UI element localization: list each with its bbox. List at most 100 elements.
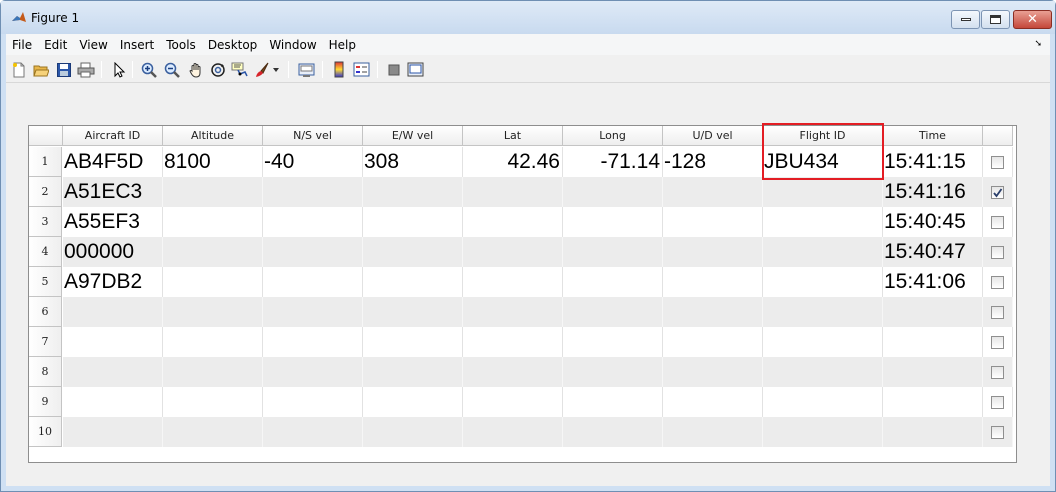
cell-flight-id[interactable] [763,297,883,327]
cell-lat[interactable] [463,417,563,447]
row-header[interactable]: 1 [29,147,62,177]
cell-ns-vel[interactable] [263,297,363,327]
show-plot-tools-button[interactable] [406,60,426,80]
cell-ud-vel[interactable] [663,387,763,417]
cell-aircraft-id[interactable] [63,357,163,387]
cell-ud-vel[interactable] [663,237,763,267]
menu-view[interactable]: View [74,38,112,52]
menu-file[interactable]: File [6,38,37,52]
cell-long[interactable] [563,297,663,327]
cell-flight-id[interactable] [763,237,883,267]
cell-lat[interactable] [463,327,563,357]
insert-colorbar-button[interactable] [329,60,349,80]
cell-ns-vel[interactable]: -40 [263,147,363,177]
column-header-select[interactable] [983,126,1013,146]
insert-legend-button[interactable] [352,60,372,80]
cell-time[interactable]: 15:41:06 [883,267,983,297]
cell-aircraft-id[interactable]: AB4F5D [63,147,163,177]
cell-ud-vel[interactable] [663,297,763,327]
row-header[interactable]: 8 [29,357,62,387]
dock-arrow-icon[interactable]: ➘ [1034,39,1042,49]
cell-time[interactable]: 15:41:15 [883,147,983,177]
column-header-altitude[interactable]: Altitude [163,126,263,146]
row-checkbox[interactable] [991,185,1004,199]
cell-altitude[interactable] [163,357,263,387]
cell-ew-vel[interactable] [363,207,463,237]
row-header[interactable]: 2 [29,177,62,207]
cell-altitude[interactable] [163,417,263,447]
cell-flight-id[interactable] [763,387,883,417]
column-header-ud-vel[interactable]: U/D vel [663,126,763,146]
ui-table[interactable]: Aircraft ID Altitude N/S vel E/W vel Lat Long… [28,123,1017,463]
cell-aircraft-id[interactable]: A51EC3 [63,177,163,207]
cell-flight-id[interactable] [763,417,883,447]
cell-aircraft-id[interactable] [63,297,163,327]
menu-edit[interactable]: Edit [39,38,72,52]
menu-window[interactable]: Window [264,38,321,52]
cell-lat[interactable] [463,297,563,327]
cell-ud-vel[interactable] [663,327,763,357]
cell-ud-vel[interactable]: -128 [663,147,763,177]
link-plot-button[interactable] [297,60,317,80]
row-header[interactable]: 3 [29,207,62,237]
row-header[interactable]: 10 [29,417,62,447]
cell-ns-vel[interactable] [263,177,363,207]
cell-time[interactable] [883,297,983,327]
rotate-3d-button[interactable] [208,60,228,80]
column-header-aircraft-id[interactable]: Aircraft ID [63,126,163,146]
cell-lat[interactable] [463,177,563,207]
cell-ns-vel[interactable] [263,357,363,387]
column-header-lat[interactable]: Lat [463,126,563,146]
column-header-ns-vel[interactable]: N/S vel [263,126,363,146]
cell-lat[interactable] [463,207,563,237]
maximize-button[interactable] [981,10,1010,29]
cell-long[interactable] [563,357,663,387]
cell-ud-vel[interactable] [663,267,763,297]
row-checkbox[interactable] [991,395,1004,409]
row-checkbox[interactable] [991,275,1004,289]
cell-select[interactable] [983,267,1013,297]
cell-lat[interactable] [463,357,563,387]
column-header-long[interactable]: Long [563,126,663,146]
cell-long[interactable] [563,327,663,357]
cell-long[interactable] [563,207,663,237]
menu-tools[interactable]: Tools [161,38,201,52]
new-figure-button[interactable] [9,60,29,80]
cell-ew-vel[interactable] [363,297,463,327]
cell-ns-vel[interactable] [263,207,363,237]
cell-ew-vel[interactable] [363,387,463,417]
cell-altitude[interactable] [163,327,263,357]
cell-ud-vel[interactable] [663,417,763,447]
cell-ew-vel[interactable] [363,327,463,357]
close-button[interactable]: ✕ [1013,10,1052,29]
menu-desktop[interactable]: Desktop [203,38,263,52]
cell-time[interactable]: 15:40:47 [883,237,983,267]
cell-ew-vel[interactable] [363,357,463,387]
row-checkbox[interactable] [991,305,1004,319]
cell-flight-id[interactable] [763,177,883,207]
column-header-ew-vel[interactable]: E/W vel [363,126,463,146]
cell-ew-vel[interactable] [363,267,463,297]
cell-long[interactable] [563,387,663,417]
row-header[interactable]: 9 [29,387,62,417]
cell-time[interactable] [883,417,983,447]
row-header[interactable]: 7 [29,327,62,357]
edit-plot-button[interactable] [109,60,129,80]
hide-plot-tools-button[interactable] [384,60,404,80]
cell-aircraft-id[interactable] [63,417,163,447]
cell-altitude[interactable] [163,237,263,267]
row-checkbox[interactable] [991,335,1004,349]
cell-lat[interactable] [463,387,563,417]
row-header[interactable]: 4 [29,237,62,267]
open-file-button[interactable] [31,60,51,80]
cell-time[interactable] [883,327,983,357]
cell-ew-vel[interactable]: 308 [363,147,463,177]
title-bar[interactable]: Figure 1 ✕ [1,1,1055,34]
cell-long[interactable] [563,267,663,297]
cell-altitude[interactable] [163,207,263,237]
row-checkbox[interactable] [991,245,1004,259]
cell-time[interactable]: 15:41:16 [883,177,983,207]
cell-time[interactable] [883,357,983,387]
cell-select[interactable] [983,177,1013,207]
cell-time[interactable]: 15:40:45 [883,207,983,237]
